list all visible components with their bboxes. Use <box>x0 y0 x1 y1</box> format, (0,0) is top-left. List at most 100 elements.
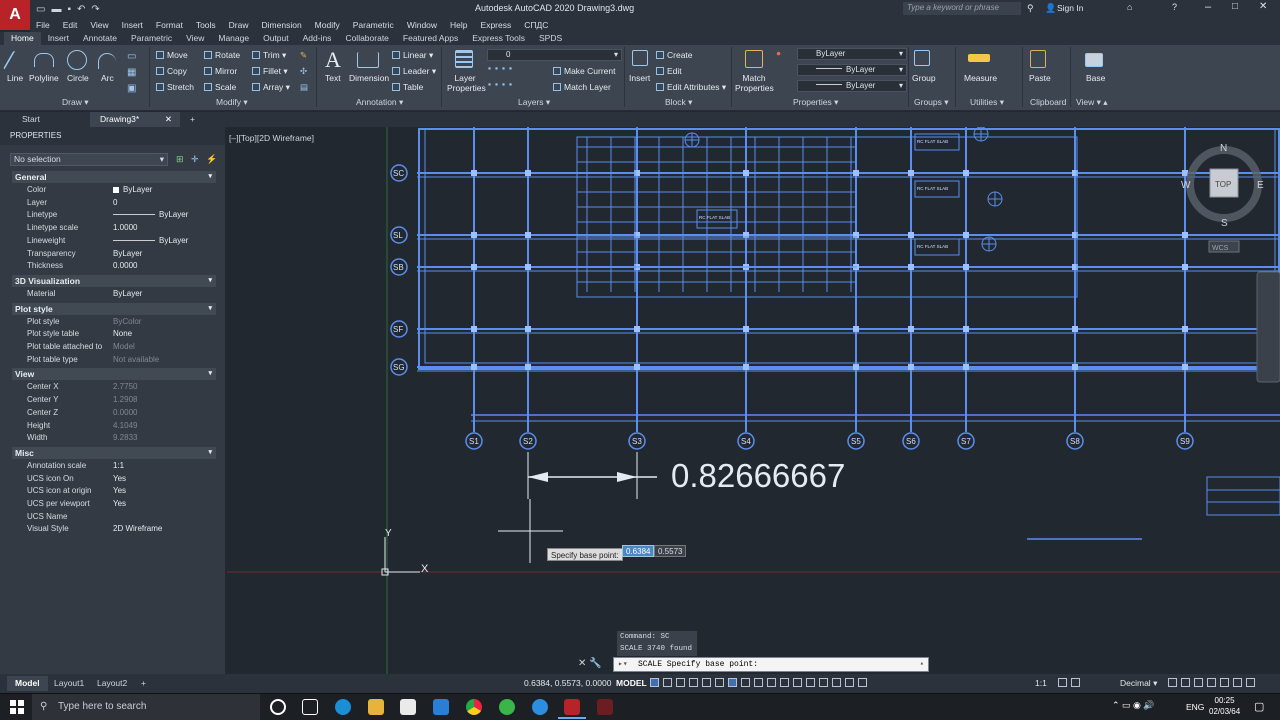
tab-manage[interactable]: Manage <box>211 32 256 45</box>
tab-parametric[interactable]: Parametric <box>124 32 179 45</box>
polar-icon[interactable] <box>702 678 711 687</box>
new-tab-icon[interactable]: + <box>180 112 205 127</box>
minimize-icon[interactable]: – <box>1205 1 1211 13</box>
open-icon[interactable]: ▬ <box>51 4 61 15</box>
units-dropdown[interactable]: Decimal ▾ <box>1120 678 1157 689</box>
otrack-icon[interactable] <box>741 678 750 687</box>
close-icon[interactable]: ✕ <box>578 658 586 669</box>
annotation-scale[interactable]: 1:1 <box>1035 678 1047 688</box>
rectangle-icon[interactable]: ▭ <box>127 51 136 62</box>
chrome-icon[interactable] <box>466 699 482 715</box>
save-icon[interactable]: ▪ <box>67 4 71 15</box>
clock[interactable]: 00:25 02/03/64 <box>1209 695 1240 717</box>
property-row[interactable]: Color ByLayer <box>12 184 216 196</box>
property-row[interactable]: UCS Name <box>12 511 216 523</box>
drawing-canvas[interactable]: RC FLAT SLAB RC FLAT SLAB RC FLAT SLAB RC F… <box>227 127 1280 674</box>
model-space-toggle[interactable]: MODEL <box>616 678 647 688</box>
scale-button[interactable]: Scale <box>204 82 236 92</box>
property-row[interactable]: Linetype scale 1.0000 <box>12 222 216 234</box>
property-row[interactable]: Height 4.1049 <box>12 420 216 432</box>
tab-view[interactable]: View <box>179 32 211 45</box>
dynamic-input-y[interactable]: 0.5573 <box>654 545 687 557</box>
autocad-2-taskbar-icon[interactable] <box>597 699 613 715</box>
insert-block-icon[interactable] <box>632 50 648 66</box>
menu-format[interactable]: Format <box>156 20 183 30</box>
workspace-icon[interactable] <box>1058 678 1067 687</box>
hatch-icon[interactable]: ▦ <box>127 67 136 78</box>
panel-clipboard-title[interactable]: Clipboard <box>1030 97 1066 107</box>
offset-icon[interactable]: ▤ <box>300 82 308 93</box>
tab-featured-apps[interactable]: Featured Apps <box>396 32 465 45</box>
tab-insert[interactable]: Insert <box>41 32 76 45</box>
trim-button[interactable]: Trim ▾ <box>252 50 286 61</box>
tray-icons[interactable]: ⌃ ▭ ◉ 🔊 <box>1112 700 1155 711</box>
collapse-icon[interactable]: ▾ <box>208 368 212 380</box>
match-layer-button[interactable]: Match Layer <box>553 82 611 92</box>
panel-layers-title[interactable]: Layers ▾ <box>518 97 550 108</box>
menu-help[interactable]: Help <box>450 20 467 30</box>
mirror-button[interactable]: Mirror <box>204 66 237 76</box>
layer-tools-row-2[interactable]: ▪▪▪▪ <box>488 79 516 89</box>
property-row[interactable]: Width 9.2833 <box>12 432 216 444</box>
mail-icon[interactable] <box>433 699 449 715</box>
select-objects-icon[interactable]: ✛ <box>191 154 199 165</box>
base-button[interactable]: Base <box>1086 73 1105 83</box>
cart-icon[interactable]: ⌂ <box>1127 2 1132 12</box>
dynamic-input-x[interactable]: 0.6384 <box>622 545 655 557</box>
text-icon[interactable]: A <box>325 47 341 73</box>
quick-select-icon[interactable]: ⚡ <box>206 154 217 165</box>
menu-modify[interactable]: Modify <box>315 20 340 30</box>
edit-attributes-button[interactable]: Edit Attributes ▾ <box>656 82 726 93</box>
teamviewer-icon[interactable] <box>532 699 548 715</box>
edge-icon[interactable] <box>335 699 351 715</box>
property-row[interactable]: Layer 0 <box>12 197 216 209</box>
grid-icon[interactable] <box>650 678 659 687</box>
selection-dropdown[interactable]: No selection ▾ <box>10 153 168 166</box>
panel-view-title[interactable]: View ▾ ▴ <box>1076 97 1108 108</box>
explode-icon[interactable]: ✣ <box>300 66 307 77</box>
tab-express-tools[interactable]: Express Tools <box>465 32 532 45</box>
file-explorer-icon[interactable] <box>368 699 384 715</box>
text-button[interactable]: Text <box>325 73 341 83</box>
match-properties-button[interactable]: Match Properties <box>735 73 774 93</box>
gizmo-icon[interactable] <box>832 678 841 687</box>
panel-annotation-title[interactable]: Annotation ▾ <box>356 97 403 108</box>
tab-drawing3[interactable]: Drawing3* ✕ <box>90 112 180 127</box>
annotation-visibility-icon[interactable] <box>845 678 854 687</box>
property-row[interactable]: Visual Style 2D Wireframe <box>12 523 216 535</box>
layer-properties-icon[interactable] <box>455 50 473 68</box>
fillet-button[interactable]: Fillet ▾ <box>252 66 288 77</box>
menu-spds[interactable]: СПДС <box>524 20 548 30</box>
notification-icon[interactable]: ▢ <box>1254 700 1264 713</box>
dimension-button[interactable]: Dimension <box>349 73 389 83</box>
task-view-icon[interactable] <box>302 699 318 715</box>
dimension-icon[interactable] <box>357 52 379 68</box>
paste-icon[interactable] <box>1030 50 1046 68</box>
isodraft-icon[interactable] <box>715 678 724 687</box>
line-app-icon[interactable] <box>499 699 515 715</box>
undo-icon[interactable]: ↶ <box>77 4 85 15</box>
property-row[interactable]: Plot style table None <box>12 328 216 340</box>
make-current-button[interactable]: Make Current <box>553 66 616 76</box>
linetype-dropdown[interactable]: ByLayer ▾ <box>797 64 907 76</box>
property-row[interactable]: UCS icon at origin Yes <box>12 485 216 497</box>
stretch-button[interactable]: Stretch <box>156 82 194 92</box>
layer-properties-button[interactable]: Layer Properties <box>447 73 486 93</box>
erase-icon[interactable]: ✎ <box>300 50 307 61</box>
group-icon[interactable] <box>914 50 930 66</box>
property-row[interactable]: UCS per viewport Yes <box>12 498 216 510</box>
tab-output[interactable]: Output <box>256 32 296 45</box>
lineweight-icon[interactable] <box>754 678 763 687</box>
arc-icon[interactable] <box>98 53 116 69</box>
panel-draw-title[interactable]: Draw ▾ <box>62 97 88 108</box>
collapse-icon[interactable]: ▾ <box>208 447 212 459</box>
selection-cycling-icon[interactable] <box>780 678 789 687</box>
units-icon[interactable] <box>1168 678 1177 687</box>
osnap-icon[interactable] <box>728 678 737 687</box>
menu-file[interactable]: File <box>36 20 50 30</box>
property-row[interactable]: Plot table type Not available <box>12 354 216 366</box>
3d-osnap-icon[interactable] <box>793 678 802 687</box>
new-icon[interactable]: ▭ <box>36 4 45 15</box>
cortana-icon[interactable] <box>270 699 286 715</box>
ortho-icon[interactable] <box>689 678 698 687</box>
